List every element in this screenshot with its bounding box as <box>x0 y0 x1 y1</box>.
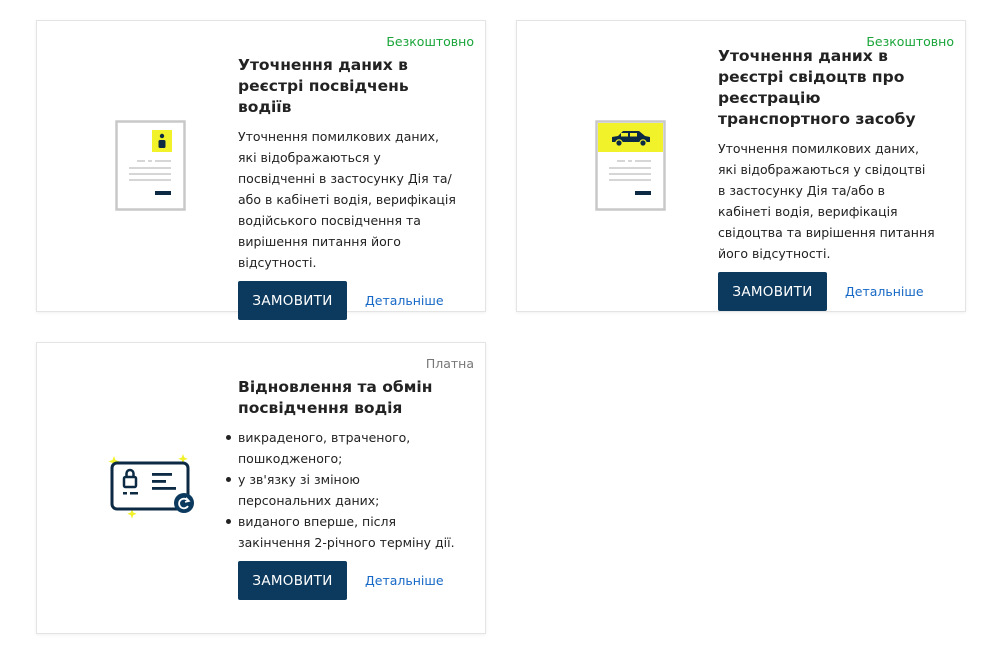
details-link[interactable]: Детальніше <box>365 573 444 588</box>
card-description: Уточнення помилкових даних, які відображ… <box>718 141 935 261</box>
service-card-vehicle-registration-data: Безкоштовно Уточнення даних в реєстрі св… <box>516 20 966 312</box>
price-badge: Безкоштовно <box>386 34 474 49</box>
service-card-driver-license-data: Безкоштовно Уточнення даних в реєстрі по… <box>36 20 486 320</box>
vehicle-certificate-icon <box>595 120 667 216</box>
card-body: Відновлення та обмін посвідчення водія в… <box>226 377 456 600</box>
card-actions: ЗАМОВИТИ Детальніше <box>718 272 936 311</box>
order-button[interactable]: ЗАМОВИТИ <box>238 281 347 320</box>
list-item: виданого вперше, після закінчення 2-річн… <box>226 511 456 553</box>
card-title: Уточнення даних в реєстрі посвідчень вод… <box>238 56 409 116</box>
card-actions: ЗАМОВИТИ Детальніше <box>238 561 456 600</box>
service-card-license-renewal: Платна Відновлення та обмін посвідчення … <box>36 342 486 634</box>
list-item: викраденого, втраченого, пошкодженого; <box>226 427 456 469</box>
details-link[interactable]: Детальніше <box>845 284 924 299</box>
card-title: Уточнення даних в реєстрі свідоцтв про р… <box>718 47 916 128</box>
id-card-renew-icon <box>105 451 199 531</box>
card-body: Уточнення даних в реєстрі свідоцтв про р… <box>718 46 936 311</box>
order-button[interactable]: ЗАМОВИТИ <box>238 561 347 600</box>
card-title: Відновлення та обмін посвідчення водія <box>238 378 433 417</box>
card-body: Уточнення даних в реєстрі посвідчень вод… <box>238 55 456 320</box>
price-badge: Платна <box>425 356 474 371</box>
list-item: у зв'язку зі зміною персональних даних; <box>226 469 456 511</box>
details-link[interactable]: Детальніше <box>365 293 444 308</box>
order-button[interactable]: ЗАМОВИТИ <box>718 272 827 311</box>
card-actions: ЗАМОВИТИ Детальніше <box>238 281 456 320</box>
reasons-list: викраденого, втраченого, пошкодженого; у… <box>226 427 456 553</box>
card-description: Уточнення помилкових даних, які відображ… <box>238 129 456 270</box>
license-document-icon <box>115 120 187 216</box>
